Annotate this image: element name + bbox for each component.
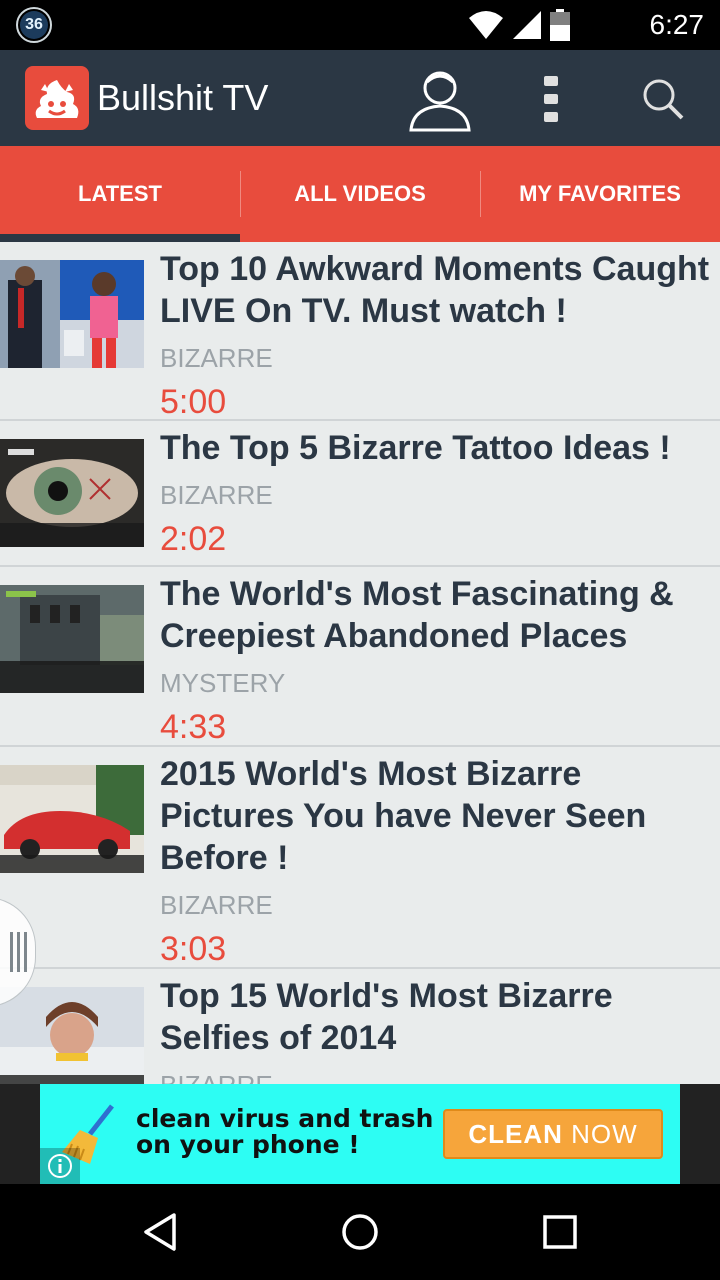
status-icons	[468, 8, 570, 42]
ad-info-icon[interactable]	[40, 1148, 80, 1184]
back-button[interactable]	[130, 1202, 190, 1262]
video-list-item[interactable]: The Top 5 Bizarre Tattoo Ideas ! BIZARRE…	[0, 421, 720, 567]
video-title: Top 10 Awkward Moments Caught LIVE On TV…	[160, 250, 710, 330]
ad-line-1: clean virus and trash	[136, 1104, 434, 1133]
recents-button[interactable]	[530, 1202, 590, 1262]
video-thumbnail[interactable]	[0, 439, 144, 547]
video-thumbnail[interactable]	[0, 585, 144, 693]
app-bar: Bullshit TV	[0, 50, 720, 146]
tab-my-favorites[interactable]: MY FAVORITES	[480, 146, 720, 242]
video-info: The World's Most Fascinating & Creepiest…	[160, 573, 712, 747]
video-category: MYSTERY	[160, 668, 286, 698]
profile-icon	[409, 71, 471, 132]
signal-icon	[513, 11, 541, 39]
app-logo-icon	[25, 66, 89, 130]
video-info: Top 15 World's Most Bizarre Selfies of 2…	[160, 975, 712, 1084]
video-list-item[interactable]: The World's Most Fascinating & Creepiest…	[0, 567, 720, 747]
video-duration: 5:00	[160, 383, 227, 421]
tab-label: ALL VIDEOS	[294, 181, 426, 206]
video-category: BIZARRE	[160, 1069, 712, 1084]
video-list-item[interactable]: Top 15 World's Most Bizarre Selfies of 2…	[0, 969, 720, 1084]
recents-icon	[543, 1215, 577, 1249]
tab-label: MY FAVORITES	[519, 181, 681, 206]
overflow-menu-icon	[544, 76, 558, 122]
video-info: 2015 World's Most Bizarre Pictures You h…	[160, 753, 712, 969]
notification-badge-icon: 36	[16, 7, 52, 43]
video-title: The World's Most Fascinating & Creepiest…	[160, 575, 674, 655]
home-icon	[342, 1214, 378, 1250]
search-button[interactable]	[628, 64, 698, 134]
home-button[interactable]	[330, 1202, 390, 1262]
profile-button[interactable]	[405, 64, 475, 134]
status-time: 6:27	[649, 9, 705, 40]
ad-line-2: on your phone !	[136, 1130, 360, 1159]
ad-button-word-1: CLEAN	[468, 1118, 563, 1149]
system-nav-bar	[0, 1184, 720, 1280]
video-duration: 4:33	[160, 708, 227, 746]
video-title: Top 15 World's Most Bizarre Selfies of 2…	[160, 977, 613, 1057]
ad-banner[interactable]: clean virus and trash on your phone ! CL…	[40, 1084, 680, 1184]
video-duration: 3:03	[160, 930, 227, 968]
video-thumbnail[interactable]	[0, 987, 144, 1084]
video-thumbnail[interactable]	[0, 260, 144, 368]
video-category: BIZARRE	[160, 890, 273, 920]
video-title: 2015 World's Most Bizarre Pictures You h…	[160, 755, 647, 877]
status-bar: 36 6:27	[0, 0, 720, 50]
video-category: BIZARRE	[160, 343, 273, 373]
video-list-item[interactable]: 2015 World's Most Bizarre Pictures You h…	[0, 747, 720, 969]
app-title: Bullshit TV	[97, 77, 269, 118]
video-duration: 2:02	[160, 520, 227, 558]
search-icon	[643, 79, 684, 120]
ad-banner-container: clean virus and trash on your phone ! CL…	[0, 1084, 720, 1184]
video-title: The Top 5 Bizarre Tattoo Ideas !	[160, 429, 671, 467]
video-category: BIZARRE	[160, 480, 273, 510]
tab-bar: LATEST ALL VIDEOS MY FAVORITES	[0, 146, 720, 242]
wifi-icon	[469, 11, 503, 39]
overflow-menu-button[interactable]	[516, 64, 586, 134]
notification-count: 36	[20, 11, 48, 39]
video-list[interactable]: Top 10 Awkward Moments Caught LIVE On TV…	[0, 242, 720, 1084]
ad-text: clean virus and trash on your phone !	[136, 1106, 433, 1158]
battery-icon	[550, 9, 570, 41]
video-info: Top 10 Awkward Moments Caught LIVE On TV…	[160, 248, 712, 422]
clean-now-button[interactable]: CLEAN NOW	[443, 1109, 663, 1159]
video-info: The Top 5 Bizarre Tattoo Ideas ! BIZARRE…	[160, 427, 712, 559]
back-icon	[144, 1213, 176, 1251]
video-thumbnail[interactable]	[0, 765, 144, 873]
ad-button-word-2: NOW	[571, 1118, 638, 1149]
tab-label: LATEST	[78, 181, 162, 206]
tab-latest[interactable]: LATEST	[0, 146, 240, 242]
tab-all-videos[interactable]: ALL VIDEOS	[240, 146, 480, 242]
video-list-item[interactable]: Top 10 Awkward Moments Caught LIVE On TV…	[0, 242, 720, 421]
